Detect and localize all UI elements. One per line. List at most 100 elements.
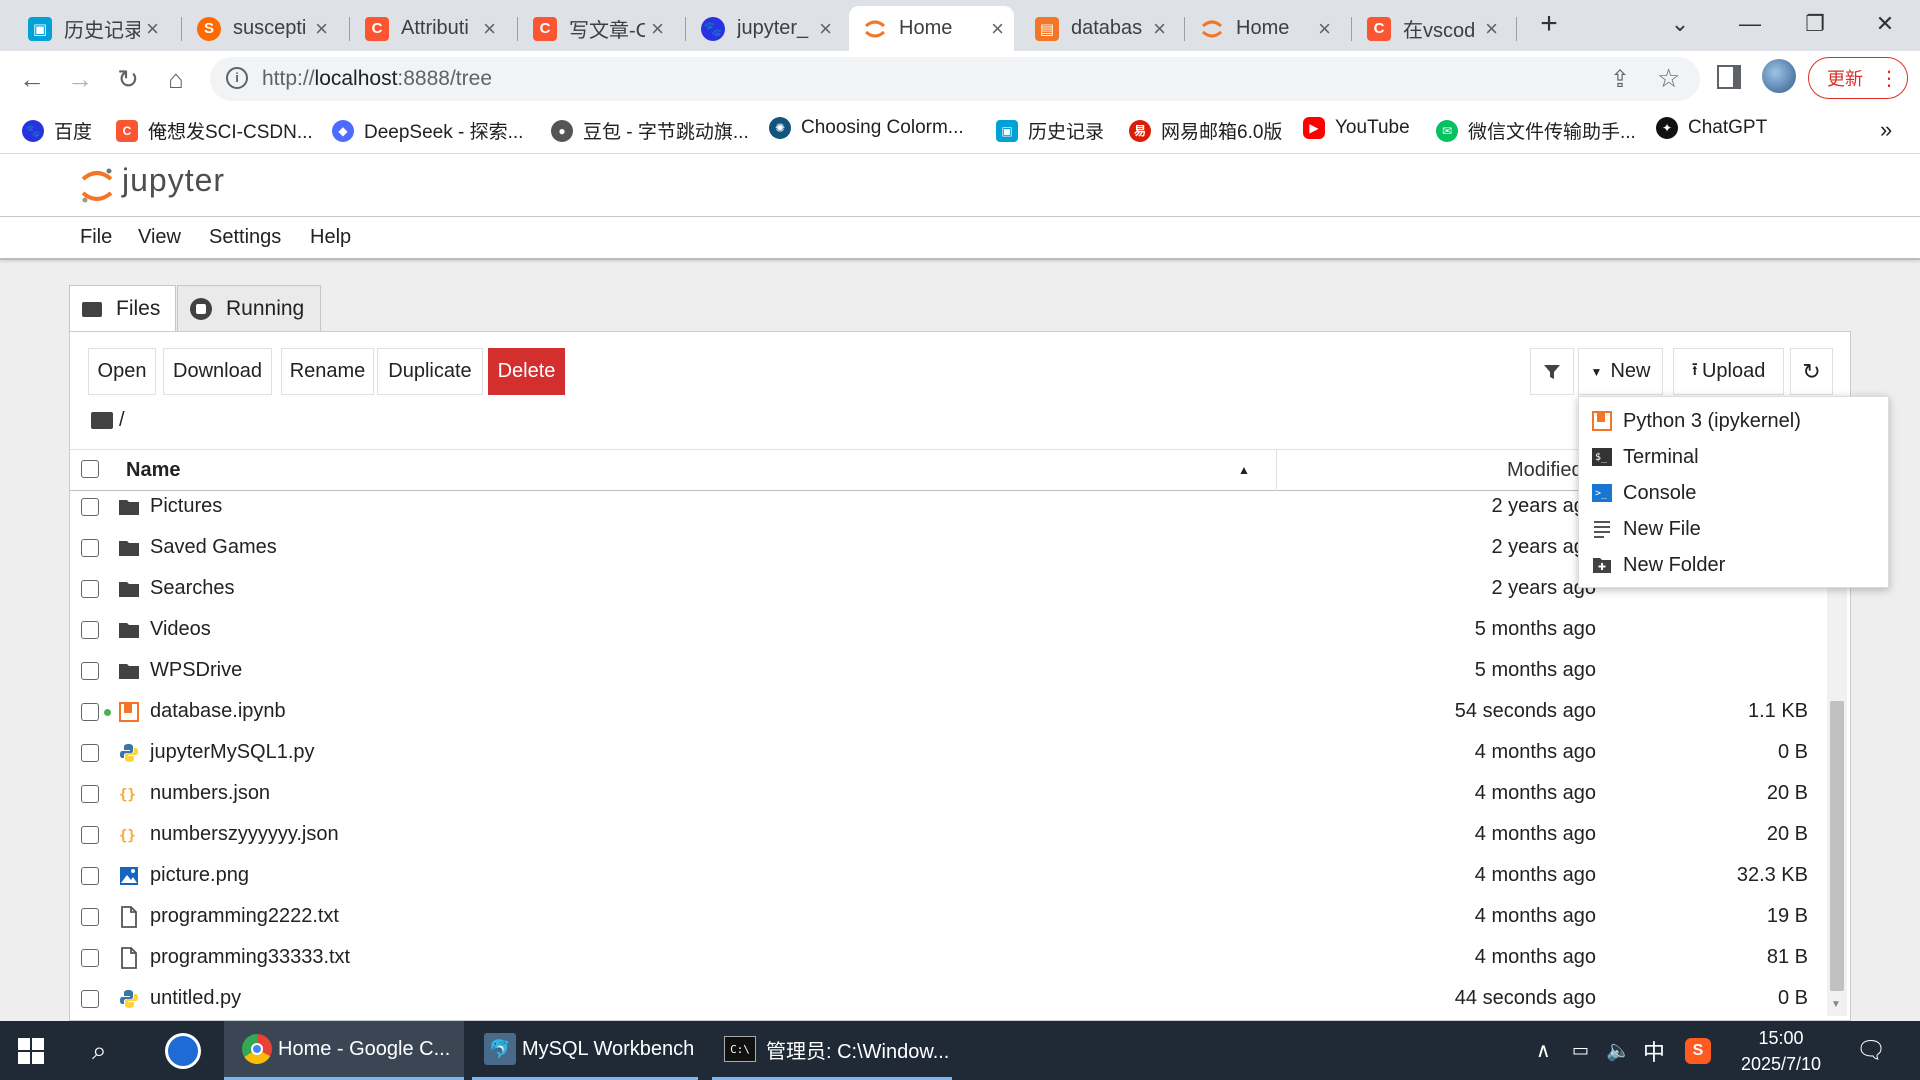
select-all-checkbox[interactable] <box>81 460 99 478</box>
file-row[interactable]: {} numberszyyyyyy.json 4 months ago 20 B <box>70 815 1828 856</box>
bookmark-item[interactable]: C 俺想发SCI-CSDN... <box>116 117 313 144</box>
file-name[interactable]: picture.png <box>150 864 249 887</box>
jupyter-logo-icon[interactable] <box>80 167 114 205</box>
browser-tab[interactable]: 🐾 jupyter_ × <box>687 6 842 51</box>
file-name[interactable]: numberszyyyyyy.json <box>150 823 339 846</box>
duplicate-button[interactable]: Duplicate <box>377 348 483 395</box>
bookmark-star-icon[interactable]: ☆ <box>1657 63 1680 94</box>
bookmark-item[interactable]: ◆ DeepSeek - 探索... <box>332 117 523 144</box>
file-name[interactable]: programming33333.txt <box>150 946 350 969</box>
info-icon[interactable]: i <box>226 67 248 89</box>
volume-icon[interactable]: 🔈 <box>1606 1021 1631 1080</box>
menu-settings[interactable]: Settings <box>209 226 281 249</box>
url-text[interactable]: http://localhost:8888/tree <box>262 67 492 91</box>
share-icon[interactable]: ⇪ <box>1610 65 1630 94</box>
file-name[interactable]: numbers.json <box>150 782 270 805</box>
browser-tab[interactable]: C 写文章-C × <box>519 6 674 51</box>
file-row[interactable]: untitled.py 44 seconds ago 0 B <box>70 979 1828 1020</box>
windows-start-icon[interactable] <box>18 1021 44 1080</box>
bookmark-item[interactable]: 易网易邮箱6.0版 <box>1129 117 1282 144</box>
menu-file[interactable]: File <box>80 226 112 249</box>
file-row[interactable]: programming33333.txt 4 months ago 81 B <box>70 938 1828 979</box>
assistant-icon[interactable] <box>165 1021 201 1080</box>
file-row[interactable]: jupyterMySQL1.py 4 months ago 0 B <box>70 733 1828 774</box>
close-tab-icon[interactable]: × <box>991 16 1004 42</box>
modified-column-header[interactable]: Modified <box>1507 459 1583 482</box>
restore-icon[interactable]: ❐ <box>1790 4 1840 44</box>
taskbar-chrome[interactable]: Home - Google C... <box>224 1021 464 1080</box>
row-checkbox[interactable] <box>81 990 99 1008</box>
bookmark-item[interactable]: ✦ ChatGPT <box>1656 117 1767 139</box>
bookmark-item[interactable]: ▣ 历史记录 <box>996 117 1104 144</box>
file-name[interactable]: programming2222.txt <box>150 905 339 928</box>
name-column-header[interactable]: Name <box>126 459 180 482</box>
file-row[interactable]: Saved Games 2 years ago <box>70 528 1828 569</box>
file-name[interactable]: untitled.py <box>150 987 241 1010</box>
browser-tab[interactable]: C 在vscod × <box>1353 6 1508 51</box>
notification-icon[interactable]: 🗨 <box>1856 1021 1886 1080</box>
rename-button[interactable]: Rename <box>281 348 374 395</box>
bookmark-item[interactable]: ✉ 微信文件传输助手... <box>1436 117 1636 144</box>
close-tab-icon[interactable]: × <box>315 16 328 42</box>
new-tab-icon[interactable]: + <box>1524 4 1574 44</box>
show-hidden-icons-icon[interactable]: ∧ <box>1536 1021 1551 1080</box>
file-row[interactable]: picture.png 4 months ago 32.3 KB <box>70 856 1828 897</box>
battery-icon[interactable]: ▭ <box>1572 1021 1589 1080</box>
search-icon[interactable]: ⌕ <box>92 1021 107 1080</box>
row-checkbox[interactable] <box>81 662 99 680</box>
download-button[interactable]: Download <box>163 348 272 395</box>
row-checkbox[interactable] <box>81 703 99 721</box>
filter-icon[interactable] <box>1530 348 1574 395</box>
row-checkbox[interactable] <box>81 949 99 967</box>
scrollbar-thumb[interactable] <box>1830 701 1844 991</box>
taskbar-mysql-workbench[interactable]: 🐬 MySQL Workbench <box>472 1021 698 1080</box>
file-row[interactable]: Videos 5 months ago <box>70 610 1828 651</box>
address-bar[interactable]: i http://localhost:8888/tree ⇪ ☆ <box>210 57 1700 101</box>
row-checkbox[interactable] <box>81 498 99 516</box>
tab-search-icon[interactable]: ⌄ <box>1655 4 1705 44</box>
more-bookmarks-icon[interactable]: » <box>1880 117 1892 143</box>
taskbar-cmd[interactable]: C:\ 管理员: C:\Window... <box>712 1021 952 1080</box>
file-row[interactable]: database.ipynb 54 seconds ago 1.1 KB <box>70 692 1828 733</box>
minimize-icon[interactable]: — <box>1725 4 1775 44</box>
home-icon[interactable]: ⌂ <box>158 61 194 97</box>
browser-tab[interactable]: S suscepti × <box>183 6 338 51</box>
row-checkbox[interactable] <box>81 785 99 803</box>
file-name[interactable]: database.ipynb <box>150 700 286 723</box>
row-checkbox[interactable] <box>81 580 99 598</box>
bookmark-item[interactable]: ✺ Choosing Colorm... <box>769 117 964 139</box>
row-checkbox[interactable] <box>81 908 99 926</box>
browser-tab[interactable]: Home × <box>1186 6 1341 51</box>
refresh-icon[interactable]: ↻ <box>1790 348 1833 395</box>
more-menu-icon[interactable]: ⋮ <box>1879 66 1899 91</box>
close-tab-icon[interactable]: × <box>1153 16 1166 42</box>
sogou-input-icon[interactable]: S <box>1685 1021 1711 1080</box>
delete-button[interactable]: Delete <box>488 348 565 395</box>
side-panel-icon[interactable] <box>1717 65 1741 89</box>
file-name[interactable]: Saved Games <box>150 536 277 559</box>
sort-ascending-icon[interactable]: ▲ <box>1238 463 1250 477</box>
tab-running[interactable]: Running <box>177 285 321 332</box>
row-checkbox[interactable] <box>81 826 99 844</box>
close-tab-icon[interactable]: × <box>483 16 496 42</box>
back-icon[interactable]: ← <box>14 61 50 97</box>
file-name[interactable]: WPSDrive <box>150 659 242 682</box>
file-name[interactable]: Pictures <box>150 495 222 518</box>
bookmark-item[interactable]: ▶ YouTube <box>1303 117 1410 139</box>
file-row[interactable]: {} numbers.json 4 months ago 20 B <box>70 774 1828 815</box>
browser-tab[interactable]: C Attributi × <box>351 6 506 51</box>
row-checkbox[interactable] <box>81 744 99 762</box>
row-checkbox[interactable] <box>81 539 99 557</box>
close-tab-icon[interactable]: × <box>651 16 664 42</box>
reload-icon[interactable]: ↻ <box>110 61 146 97</box>
breadcrumb[interactable]: / <box>119 409 125 432</box>
menu-help[interactable]: Help <box>310 226 351 249</box>
update-button[interactable]: 更新 ⋮ <box>1808 57 1908 99</box>
open-button[interactable]: Open <box>88 348 156 395</box>
bookmark-item[interactable]: ● 豆包 - 字节跳动旗... <box>551 117 749 144</box>
clock[interactable]: 15:00 2025/7/10 <box>1736 1021 1826 1080</box>
browser-tab-active[interactable]: Home × <box>849 6 1014 51</box>
menu-item-console[interactable]: >_ Console <box>1591 478 1696 508</box>
avatar[interactable] <box>1762 59 1796 93</box>
bookmark-item[interactable]: 🐾 百度 <box>22 117 92 144</box>
